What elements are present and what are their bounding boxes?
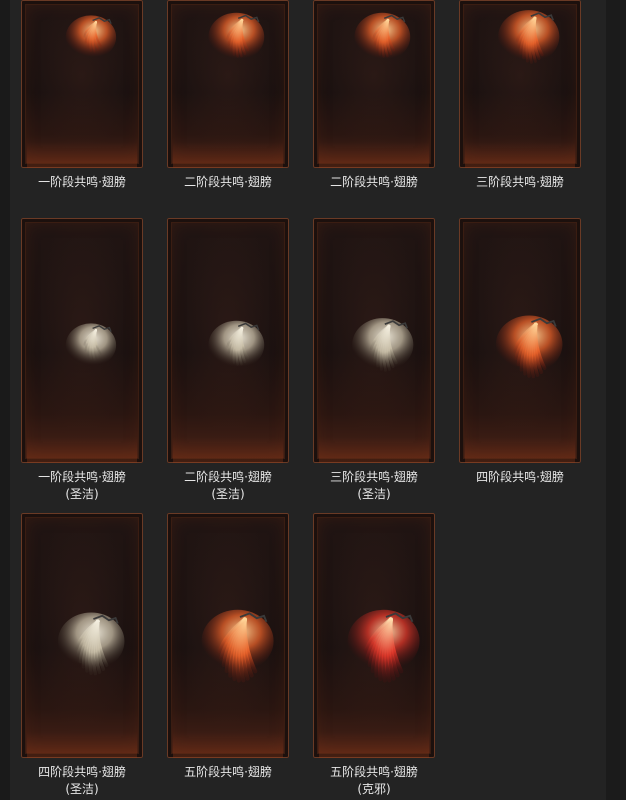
wing-card[interactable] <box>459 218 581 463</box>
wing-title: 二阶段共鸣·翅膀 <box>184 175 272 189</box>
wing-image <box>487 311 565 388</box>
wing-card[interactable] <box>167 513 289 758</box>
wing-icon <box>208 12 265 62</box>
wing-caption: 五阶段共鸣·翅膀 <box>158 764 298 781</box>
wing-title: 五阶段共鸣·翅膀 <box>184 765 272 779</box>
wing-image <box>59 320 118 379</box>
wing-caption: 一阶段共鸣·翅膀 <box>12 174 152 191</box>
wing-icon <box>498 10 560 64</box>
wing-title: 一阶段共鸣·翅膀 <box>38 175 126 189</box>
wing-icon <box>495 315 563 379</box>
wing-subtitle: (圣洁) <box>65 782 99 796</box>
wing-caption: 二阶段共鸣·翅膀 <box>158 174 298 191</box>
wing-image <box>338 605 422 688</box>
wing-card[interactable] <box>167 0 289 168</box>
wing-card[interactable] <box>459 0 581 168</box>
wing-title: 一阶段共鸣·翅膀 <box>38 470 126 484</box>
wing-caption: 四阶段共鸣·翅膀 (圣洁) <box>12 764 152 798</box>
wing-title: 三阶段共鸣·翅膀 <box>330 470 418 484</box>
wing-card[interactable] <box>313 218 435 463</box>
wing-title: 二阶段共鸣·翅膀 <box>330 175 418 189</box>
wing-caption: 四阶段共鸣·翅膀 <box>450 469 590 486</box>
wing-card[interactable] <box>21 218 143 463</box>
wing-image <box>59 12 118 71</box>
wing-icon <box>65 15 117 60</box>
wing-icon <box>354 12 411 62</box>
wing-card[interactable] <box>313 0 435 168</box>
wing-caption: 五阶段共鸣·翅膀 (克邪) <box>304 764 444 798</box>
wing-image <box>49 608 127 685</box>
wing-title: 五阶段共鸣·翅膀 <box>330 765 418 779</box>
wing-icon <box>347 609 420 683</box>
wing-icon <box>65 323 117 368</box>
wing-title: 二阶段共鸣·翅膀 <box>184 470 272 484</box>
wing-subtitle: (圣洁) <box>65 487 99 501</box>
wing-subtitle: (圣洁) <box>211 487 245 501</box>
wing-title: 四阶段共鸣·翅膀 <box>476 470 564 484</box>
wing-image <box>344 314 415 385</box>
wing-icon <box>201 609 274 683</box>
wing-caption: 三阶段共鸣·翅膀 (圣洁) <box>304 469 444 503</box>
wing-icon <box>57 612 125 676</box>
wing-icon <box>352 318 414 372</box>
wing-image <box>490 6 561 77</box>
wing-caption: 一阶段共鸣·翅膀 (圣洁) <box>12 469 152 503</box>
wing-image <box>347 9 412 74</box>
wing-image <box>192 605 276 688</box>
page-scroll-area <box>606 0 626 800</box>
wing-card[interactable] <box>21 0 143 168</box>
wing-subtitle: (克邪) <box>357 782 391 796</box>
wing-caption: 二阶段共鸣·翅膀 (圣洁) <box>158 469 298 503</box>
wing-caption: 二阶段共鸣·翅膀 <box>304 174 444 191</box>
wing-title: 三阶段共鸣·翅膀 <box>476 175 564 189</box>
wing-image <box>201 9 266 74</box>
wing-title: 四阶段共鸣·翅膀 <box>38 765 126 779</box>
wing-caption: 三阶段共鸣·翅膀 <box>450 174 590 191</box>
wing-card[interactable] <box>21 513 143 758</box>
wing-card[interactable] <box>167 218 289 463</box>
wing-image <box>201 317 266 382</box>
wing-icon <box>208 320 265 370</box>
wing-card[interactable] <box>313 513 435 758</box>
wing-subtitle: (圣洁) <box>357 487 391 501</box>
